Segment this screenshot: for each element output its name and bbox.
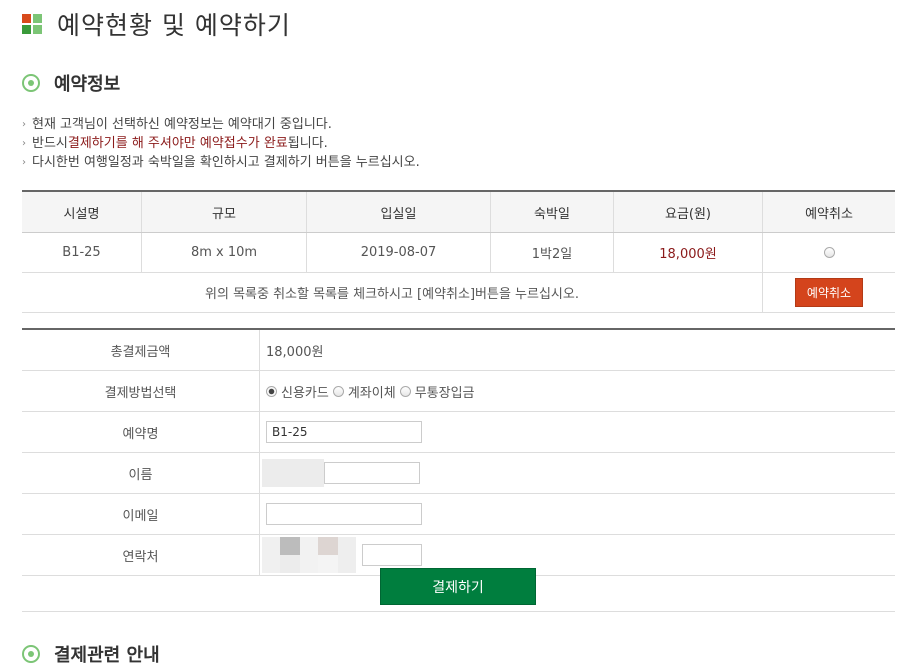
section-title: 예약정보 [54,74,121,95]
cell-cancel-select [762,232,895,273]
circle-bullet-icon [22,645,40,663]
circle-bullet-icon [22,74,40,92]
contact-input[interactable] [362,544,422,566]
cancel-reservation-button[interactable]: 예약취소 [794,278,864,307]
name-label: 이름 [22,452,260,494]
payment-method-label: 결제방법선택 [22,370,260,412]
notice-item: › 다시한번 여행일정과 숙박일을 확인하시고 결제하기 버튼을 누르십시오. [22,155,420,170]
page-title-text: 예약현황 및 예약하기 [57,11,291,40]
logo-icon [22,14,42,34]
cancel-radio[interactable] [823,247,835,258]
reservation-name-input[interactable] [266,421,422,443]
contact-label: 연락처 [22,534,260,576]
col-cancel: 예약취소 [762,190,895,233]
cell-cancel-button: 예약취소 [762,272,895,313]
radio-icon[interactable] [399,385,411,397]
col-price: 요금(원) [613,190,763,233]
table-header-row: 시설명 규모 입실일 숙박일 요금(원) 예약취소 [22,190,895,233]
payment-option-transfer[interactable]: 계좌이체 [332,382,396,401]
name-input[interactable] [324,462,420,484]
form-row-method: 결제방법선택 신용카드 계좌이체 무통장입금 [22,370,895,412]
total-amount-label: 총결제금액 [22,329,260,371]
col-checkin: 입실일 [306,190,491,233]
table-row: B1-25 8m x 10m 2019-08-07 1박2일 18,000원 [22,232,895,273]
cell-size: 8m x 10m [141,232,307,273]
notice-item: › 반드시 결제하기를 해 주셔야만 예약접수가 완료 됩니다. [22,136,328,151]
chevron-right-icon: › [22,157,26,168]
section-payment-guide: 결제관련 안내 [22,641,160,667]
total-amount-value: 18,000원 [259,329,895,371]
page-title: 예약현황 및 예약하기 [22,6,291,42]
payment-option-deposit[interactable]: 무통장입금 [399,382,475,401]
section-title: 결제관련 안내 [54,645,160,666]
payment-option-card[interactable]: 신용카드 [266,382,329,401]
reservation-table: 시설명 규모 입실일 숙박일 요금(원) 예약취소 B1-25 8m x 10m… [22,190,895,313]
payment-form: 총결제금액 18,000원 결제방법선택 신용카드 계좌이체 무통장입금 예약명… [22,328,895,576]
cell-nights: 1박2일 [490,232,614,273]
chevron-right-icon: › [22,119,26,130]
notice-list: › 현재 고객님이 선택하신 예약정보는 예약대기 중입니다. › 반드시 결제… [22,115,420,172]
payment-method-options: 신용카드 계좌이체 무통장입금 [266,382,894,401]
cancel-note: 위의 목록중 취소할 목록를 체크하시고 [예약취소]버튼을 누르십시오. [22,272,763,313]
divider [22,611,895,612]
form-row-email: 이메일 [22,493,895,535]
col-facility: 시설명 [22,190,142,233]
radio-icon[interactable] [266,385,277,397]
redacted-block [262,459,324,487]
form-row-reservation-name: 예약명 [22,411,895,453]
col-nights: 숙박일 [490,190,614,233]
reservation-name-label: 예약명 [22,411,260,453]
section-reservation-info: 예약정보 [22,70,120,96]
radio-icon[interactable] [332,385,344,397]
email-label: 이메일 [22,493,260,535]
chevron-right-icon: › [22,138,26,149]
form-row-total: 총결제금액 18,000원 [22,329,895,371]
pay-button[interactable]: 결제하기 [380,568,536,605]
cell-checkin: 2019-08-07 [306,232,491,273]
cell-facility: B1-25 [22,232,142,273]
cancel-note-row: 위의 목록중 취소할 목록를 체크하시고 [예약취소]버튼을 누르십시오. 예약… [22,272,895,313]
form-row-name: 이름 [22,452,895,494]
redacted-block [262,537,356,573]
email-input[interactable] [266,503,422,525]
notice-item: › 현재 고객님이 선택하신 예약정보는 예약대기 중입니다. [22,117,332,132]
col-size: 규모 [141,190,307,233]
cell-price: 18,000원 [613,232,763,273]
